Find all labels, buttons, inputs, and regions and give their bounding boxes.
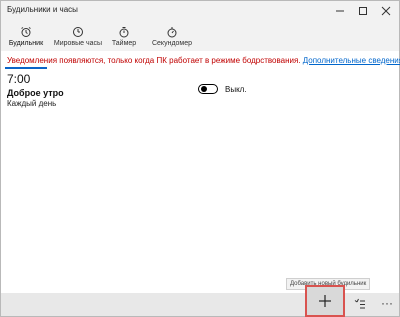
alarm-repeat: Каждый день (7, 99, 57, 108)
tab-alarm[interactable]: Будильник (5, 21, 47, 51)
tab-bar: Будильник Мировые часы Таймер Секундомер (1, 21, 399, 69)
alarm-toggle-label: Выкл. (225, 85, 247, 94)
world-clock-icon (73, 27, 83, 37)
alarm-clock-icon (21, 27, 31, 37)
notification-warning: Уведомления появляются, только когда ПК … (7, 56, 301, 65)
tab-timer[interactable]: Таймер (109, 21, 139, 51)
alarm-toggle[interactable] (198, 84, 218, 94)
tab-stopwatch[interactable]: Секундомер (147, 21, 197, 51)
tab-label: Мировые часы (53, 40, 103, 47)
notification-banner: Уведомления появляются, только когда ПК … (7, 56, 400, 65)
more-options-button[interactable]: ··· (377, 293, 397, 313)
maximize-icon (359, 7, 367, 15)
tab-label: Таймер (111, 40, 137, 47)
stopwatch-icon (167, 27, 177, 38)
select-list-icon (354, 298, 365, 309)
active-tab-indicator (5, 67, 47, 69)
tab-label: Будильник (8, 40, 44, 47)
select-alarms-button[interactable] (351, 295, 369, 313)
alarm-time: 7:00 (7, 72, 31, 86)
more-icon: ··· (381, 296, 393, 310)
title-bar: Будильники и часы (1, 1, 399, 21)
add-alarm-button[interactable] (305, 285, 345, 317)
plus-icon (319, 295, 331, 307)
close-icon (381, 6, 391, 16)
timer-icon (119, 27, 129, 38)
tab-label: Секундомер (151, 40, 193, 47)
app-window: Будильники и часы Будильник Мировые часы (0, 0, 400, 317)
toggle-knob (201, 86, 207, 92)
window-title: Будильники и часы (7, 5, 78, 14)
alarm-name: Доброе утро (7, 88, 64, 98)
tab-world-clock[interactable]: Мировые часы (53, 21, 103, 51)
close-button[interactable] (371, 1, 400, 21)
more-info-link[interactable]: Дополнительные сведения (303, 56, 400, 65)
minimize-icon (336, 10, 344, 12)
